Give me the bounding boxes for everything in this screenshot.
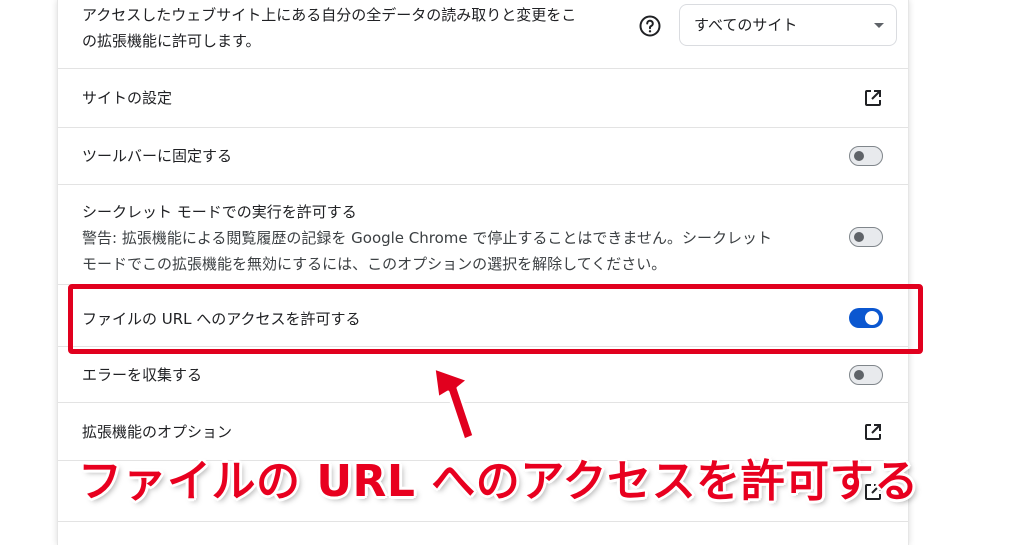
incognito-toggle[interactable]: [849, 227, 883, 247]
pin-toolbar-toggle[interactable]: [849, 146, 883, 166]
partial-row: [58, 522, 908, 545]
site-access-label-line1: アクセスしたウェブサイト上にある自分の全データの読み取りと変更をこ: [82, 6, 577, 24]
toggle-knob: [854, 370, 864, 380]
site-settings-row[interactable]: サイトの設定: [58, 69, 908, 128]
file-url-access-row: ファイルの URL へのアクセスを許可する: [58, 285, 908, 347]
extension-details-panel: アクセスしたウェブサイト上にある自分の全データの読み取りと変更をこ の拡張機能に…: [57, 0, 909, 545]
site-access-label-line2: の拡張機能に許可します。: [82, 32, 261, 50]
file-url-access-toggle[interactable]: [849, 308, 883, 328]
obscured-row[interactable]: [58, 461, 908, 522]
site-access-row: アクセスしたウェブサイト上にある自分の全データの読み取りと変更をこ の拡張機能に…: [58, 0, 908, 69]
pin-toolbar-label: ツールバーに固定する: [82, 147, 233, 165]
site-access-select[interactable]: すべてのサイト: [679, 4, 897, 46]
collect-errors-toggle[interactable]: [849, 365, 883, 385]
open-in-new-icon[interactable]: [863, 88, 883, 108]
site-settings-label: サイトの設定: [82, 89, 173, 107]
toggle-knob: [854, 151, 864, 161]
help-icon[interactable]: [638, 14, 662, 38]
incognito-row: シークレット モードでの実行を許可する 警告: 拡張機能による閲覧履歴の記録を …: [58, 185, 908, 285]
open-in-new-icon[interactable]: [863, 422, 883, 442]
extension-options-row[interactable]: 拡張機能のオプション: [58, 403, 908, 461]
toggle-knob: [854, 232, 864, 242]
extension-options-label: 拡張機能のオプション: [82, 423, 233, 441]
collect-errors-row: エラーを収集する: [58, 347, 908, 403]
incognito-warning: 警告: 拡張機能による閲覧履歴の記録を Google Chrome で停止するこ…: [82, 229, 772, 273]
chevron-down-icon: [874, 23, 884, 28]
toggle-knob: [865, 311, 879, 325]
site-access-select-value: すべてのサイト: [694, 16, 798, 34]
file-url-access-label: ファイルの URL へのアクセスを許可する: [82, 310, 361, 328]
incognito-label: シークレット モードでの実行を許可する: [82, 203, 357, 221]
collect-errors-label: エラーを収集する: [82, 366, 203, 384]
pin-toolbar-row: ツールバーに固定する: [58, 128, 908, 185]
open-in-new-icon[interactable]: [863, 482, 883, 502]
